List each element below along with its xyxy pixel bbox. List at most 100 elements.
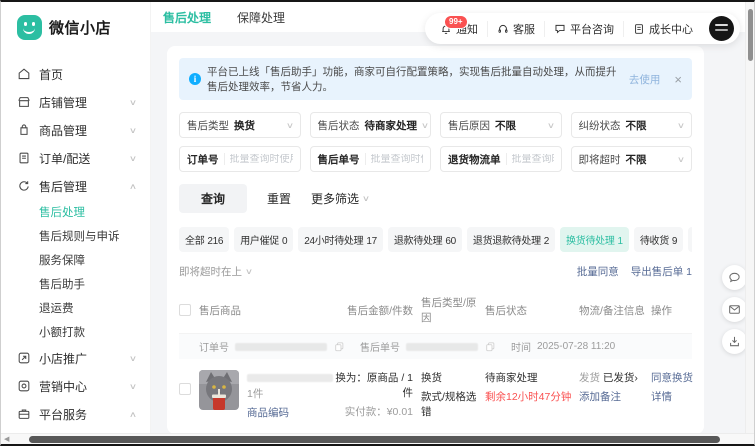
- scroll-left-arrow-icon[interactable]: ◀: [4, 435, 9, 443]
- order-meta-row: 订单号 售后单号 时间 2025-07-28 11:20: [179, 334, 692, 359]
- banner-go-use-link[interactable]: 去使用: [629, 72, 661, 87]
- status-tab-awaiting-payment[interactable]: 待打款8: [688, 227, 692, 252]
- sidebar-item-aftersale-rules[interactable]: 售后规则与申诉: [17, 224, 150, 248]
- tab-aftersale-handle[interactable]: 售后处理: [163, 9, 211, 26]
- chevron-down-icon: ∨: [285, 121, 293, 130]
- customer-service-button[interactable]: 客服: [487, 21, 544, 37]
- status-tab-exchange-pending[interactable]: 换货待处理1: [560, 227, 629, 252]
- close-icon[interactable]: ×: [666, 72, 682, 87]
- chevron-up-icon: ∧: [129, 182, 137, 191]
- horizontal-scrollbar-thumb[interactable]: [29, 436, 720, 443]
- countdown-timer: 剩余12小时47分钟: [485, 389, 579, 404]
- sidebar: 微信小店 首页 店铺管理 ∨ 商品管理 ∨: [1, 2, 151, 444]
- action-cell: 同意换货 详情: [651, 370, 693, 404]
- return-tracking-input[interactable]: [512, 154, 554, 165]
- horizontal-scrollbar[interactable]: ◀: [1, 433, 754, 444]
- query-button[interactable]: 查询: [179, 184, 247, 213]
- status-tab-return-refund-pending[interactable]: 退货退款待处理2: [467, 227, 555, 252]
- sidebar-item-aftersale-mgmt[interactable]: 售后管理 ∧: [17, 172, 150, 200]
- vertical-scrollbar-thumb[interactable]: [748, 9, 753, 61]
- sidebar-item-return-shipping[interactable]: 退运费: [17, 296, 150, 320]
- table-header: 售后商品 售后金额/件数 售后类型/原因 售后状态 物流/备注信息 操作: [179, 287, 692, 334]
- detail-link[interactable]: 详情: [651, 391, 672, 403]
- chat-bubble-icon: [728, 271, 741, 284]
- account-avatar[interactable]: [709, 16, 734, 41]
- chevron-down-icon: ∨: [129, 154, 137, 163]
- approve-exchange-link[interactable]: 同意换货: [651, 372, 693, 384]
- select-all-checkbox[interactable]: [179, 304, 191, 316]
- feedback-chat-button[interactable]: [722, 265, 747, 290]
- filter-order-no: 订单号: [179, 146, 301, 172]
- ship-label: 发货: [579, 372, 600, 384]
- status-tab-all[interactable]: 全部216: [179, 227, 229, 252]
- sidebar-item-marketing[interactable]: 营销中心 ∨: [17, 372, 150, 400]
- promote-arrow-icon: [17, 351, 31, 365]
- top-toolbar: 通知 99+ 客服 平台咨询 成长中心: [425, 13, 740, 44]
- filter-aftersale-type[interactable]: 售后类型 换货 ∨: [179, 112, 301, 138]
- sidebar-item-service-guarantee[interactable]: 服务保障: [17, 248, 150, 272]
- bulk-approve-link[interactable]: 批量同意: [577, 264, 619, 279]
- sidebar-item-shop-mgmt[interactable]: 店铺管理 ∨: [17, 88, 150, 116]
- copy-icon[interactable]: [335, 342, 344, 352]
- sidebar-item-aftersale-assistant[interactable]: 售后助手: [17, 272, 150, 296]
- export-download-button[interactable]: [722, 329, 747, 354]
- sidebar-item-promotion[interactable]: 小店推广 ∨: [17, 344, 150, 372]
- chevron-down-icon: ∨: [245, 267, 253, 276]
- reset-button[interactable]: 重置: [267, 190, 291, 207]
- list-toolbar: 即将超时在上 ∨ 批量同意 导出售后单 1: [179, 264, 692, 279]
- chevron-up-icon: ∧: [129, 410, 137, 419]
- aftersale-panel: i 平台已上线「售后助手」功能，商家可自行配置策略，实现售后批量自动处理，从而提…: [167, 46, 704, 434]
- sidebar-item-small-payment[interactable]: 小额打款: [17, 320, 150, 344]
- status-tab-user-urge[interactable]: 用户催促0: [234, 227, 293, 252]
- sidebar-item-platform-service[interactable]: 平台服务 ∧: [17, 400, 150, 428]
- briefcase-icon: [17, 407, 31, 421]
- status-tab-awaiting-receipt[interactable]: 待收货9: [634, 227, 683, 252]
- table-row: 1件 商品编码 换为：原商品 / 1件 实付款：¥0.01 换货 款式/规格选错…: [179, 359, 692, 434]
- filter-dispute-status[interactable]: 纠纷状态 不限 ∨: [571, 112, 693, 138]
- amount-cell: 换为：原商品 / 1件 实付款：¥0.01: [327, 370, 421, 419]
- filter-grid: 售后类型 换货 ∨ 售后状态 待商家处理 ∨ 售后原因 不限 ∨: [179, 112, 692, 172]
- sku-code-link[interactable]: 商品编码: [247, 405, 333, 420]
- wechat-shop-logo-icon: [17, 15, 42, 40]
- more-filters-button[interactable]: 更多筛选 ∨: [311, 190, 369, 207]
- status-tab-24h-pending[interactable]: 24小时待处理17: [298, 227, 383, 252]
- order-list-icon: [17, 151, 31, 165]
- arrow-right-icon: ›: [634, 372, 638, 384]
- chevron-down-icon: ∨: [546, 121, 554, 130]
- document-icon: [633, 23, 645, 35]
- order-no-input[interactable]: [230, 154, 293, 165]
- add-note-link[interactable]: 添加备注: [579, 391, 621, 403]
- sidebar-item-aftersale-handle[interactable]: 售后处理: [17, 200, 150, 224]
- product-cell: 1件 商品编码: [199, 370, 327, 420]
- sidebar-item-home[interactable]: 首页: [17, 60, 150, 88]
- filter-aftersale-no: 售后单号: [310, 146, 432, 172]
- aftersale-status-value: 待商家处理: [485, 370, 579, 385]
- storefront-icon: [17, 95, 31, 109]
- ship-status-link[interactable]: 已发货›: [603, 372, 638, 384]
- export-aftersale-link[interactable]: 导出售后单 1: [631, 264, 692, 279]
- growth-center-button[interactable]: 成长中心: [623, 21, 702, 37]
- notifications-button[interactable]: 通知 99+: [431, 21, 487, 37]
- filter-aftersale-reason[interactable]: 售后原因 不限 ∨: [440, 112, 562, 138]
- sidebar-item-order-delivery[interactable]: 订单/配送 ∨: [17, 144, 150, 172]
- status-tab-refund-pending[interactable]: 退款待处理60: [388, 227, 462, 252]
- copy-icon[interactable]: [486, 342, 495, 352]
- filter-return-tracking: 退货物流单: [440, 146, 562, 172]
- filter-expire-soon[interactable]: 即将超时 不限 ∨: [571, 146, 693, 172]
- row-checkbox[interactable]: [179, 383, 191, 395]
- marketing-icon: [17, 379, 31, 393]
- aftersale-no-input[interactable]: [371, 154, 424, 165]
- filter-aftersale-status[interactable]: 售后状态 待商家处理 ∨: [310, 112, 432, 138]
- aftersale-reason-value: 款式/规格选错: [421, 389, 485, 419]
- message-button[interactable]: [722, 297, 747, 322]
- product-image[interactable]: [199, 370, 239, 410]
- tab-guarantee-handle[interactable]: 保障处理: [237, 9, 285, 26]
- vertical-scrollbar[interactable]: [745, 2, 754, 433]
- sort-selector[interactable]: 即将超时在上 ∨: [179, 264, 252, 279]
- sidebar-item-product-mgmt[interactable]: 商品管理 ∨: [17, 116, 150, 144]
- chevron-down-icon: ∨: [129, 126, 137, 135]
- platform-consult-button[interactable]: 平台咨询: [544, 21, 623, 37]
- status-tabs: 全部216 用户催促0 24小时待处理17 退款待处理60 退货退款待处理2 换…: [179, 227, 692, 252]
- banner-text: 平台已上线「售后助手」功能，商家可自行配置策略，实现售后批量自动处理，从而提升售…: [207, 64, 621, 94]
- info-icon: i: [189, 73, 201, 85]
